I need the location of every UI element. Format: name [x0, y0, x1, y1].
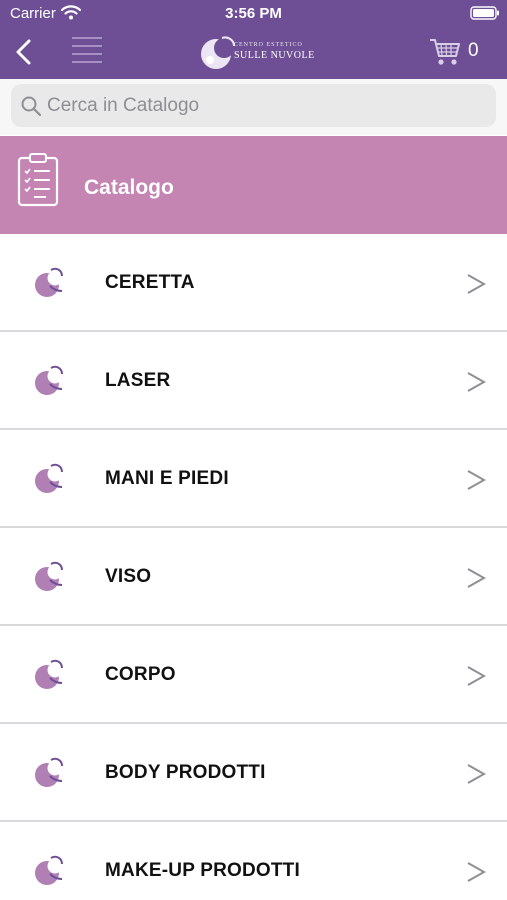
list-item-body-prodotti[interactable]: BODY PRODOTTI: [0, 724, 507, 822]
status-bar: Carrier 3:56 PM: [0, 0, 507, 28]
category-logo-icon: [35, 365, 63, 395]
category-logo-icon: [35, 855, 63, 885]
logo-mark-icon: [201, 36, 235, 69]
clipboard-checklist-icon: [17, 153, 59, 207]
category-logo-icon: [35, 561, 63, 591]
chevron-right-icon: [467, 372, 486, 392]
list-item-corpo[interactable]: CORPO: [0, 626, 507, 724]
list-item-label: LASER: [105, 370, 171, 391]
search-field[interactable]: [11, 84, 496, 127]
search-icon: [21, 96, 42, 117]
status-time: 3:56 PM: [225, 5, 282, 22]
chevron-left-icon[interactable]: [10, 36, 38, 68]
nav-bar: CENTRO ESTETICO SULLE NUVOLE 0: [0, 28, 507, 79]
list-item-label: CERETTA: [105, 272, 195, 293]
list-item-label: BODY PRODOTTI: [105, 762, 266, 783]
logo-subtitle: CENTRO ESTETICO: [234, 42, 303, 48]
logo: CENTRO ESTETICO SULLE NUVOLE: [198, 30, 314, 74]
list-item-make-up-prodotti[interactable]: MAKE-UP PRODOTTI: [0, 822, 507, 900]
list-item-ceretta[interactable]: CERETTA: [0, 234, 507, 332]
search-input[interactable]: [47, 84, 487, 127]
list-item-label: MANI E PIEDI: [105, 468, 229, 489]
header: Carrier 3:56 PM CENTRO ESTETICO SULLE NU…: [0, 0, 507, 79]
cart-count: 0: [468, 40, 479, 61]
section-title: Catalogo: [84, 176, 174, 199]
section-header: Catalogo: [0, 136, 507, 234]
category-logo-icon: [35, 757, 63, 787]
chevron-right-icon: [467, 274, 486, 294]
chevron-right-icon: [467, 470, 486, 490]
hamburger-icon[interactable]: [70, 34, 104, 70]
chevron-right-icon: [467, 568, 486, 588]
cart-icon[interactable]: [428, 34, 462, 68]
list-item-label: MAKE-UP PRODOTTI: [105, 860, 300, 881]
category-logo-icon: [35, 659, 63, 689]
category-logo-icon: [35, 463, 63, 493]
logo-title: SULLE NUVOLE: [234, 50, 315, 61]
search-bar: [0, 79, 507, 135]
catalog-list: CERETTA LASER MANI E PIEDI VISO CORPO BO…: [0, 234, 507, 900]
list-item-label: CORPO: [105, 664, 176, 685]
category-logo-icon: [35, 267, 63, 297]
list-item-mani-e-piedi[interactable]: MANI E PIEDI: [0, 430, 507, 528]
chevron-right-icon: [467, 666, 486, 686]
list-item-viso[interactable]: VISO: [0, 528, 507, 626]
battery-icon: [470, 6, 499, 20]
list-item-laser[interactable]: LASER: [0, 332, 507, 430]
chevron-right-icon: [467, 764, 486, 784]
app-screen: Carrier 3:56 PM CENTRO ESTETICO SULLE NU…: [0, 0, 507, 900]
list-item-label: VISO: [105, 566, 152, 587]
chevron-right-icon: [467, 862, 486, 882]
